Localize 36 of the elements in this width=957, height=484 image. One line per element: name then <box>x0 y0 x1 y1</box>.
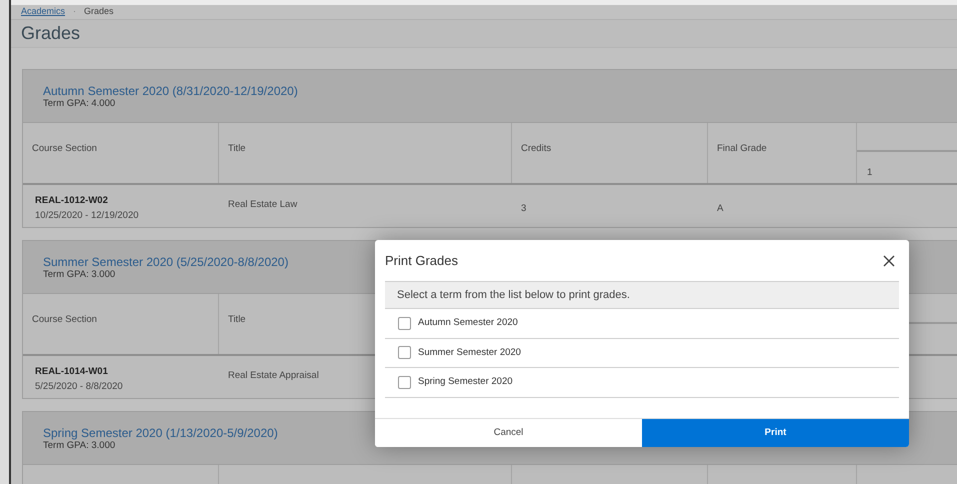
print-button[interactable]: Print <box>642 419 909 447</box>
term-title[interactable]: Autumn Semester 2020 (8/31/2020-12/19/2020) <box>43 84 298 98</box>
term-option-label: Summer Semester 2020 <box>418 346 521 360</box>
column-header: Title <box>228 142 246 154</box>
dialog-title: Print Grades <box>385 252 458 270</box>
term-title[interactable]: Summer Semester 2020 (5/25/2020-8/8/2020) <box>43 254 288 268</box>
dialog-instruction: Select a term from the list below to print grades. <box>397 288 630 303</box>
column-header: Course Section <box>32 142 97 154</box>
course-dates: 5/25/2020 - 8/8/2020 <box>35 380 123 392</box>
term-checkbox[interactable] <box>398 346 411 360</box>
course-grade: A <box>717 202 724 214</box>
breadcrumb-link[interactable]: Academics <box>21 5 66 18</box>
breadcrumb-current: Grades <box>84 5 114 18</box>
column-header: Course Section <box>32 314 97 324</box>
column-header: Final Grade <box>717 142 767 154</box>
cancel-button[interactable]: Cancel <box>375 419 642 447</box>
term-title[interactable]: Spring Semester 2020 (1/13/2020-5/9/2020) <box>43 426 278 440</box>
column-header: Title <box>228 314 246 324</box>
course-dates: 10/25/2020 - 12/19/2020 <box>35 210 139 220</box>
term-gpa: Term GPA: 4.000 <box>43 98 116 108</box>
term-gpa: Term GPA: 3.000 <box>43 440 116 450</box>
course-title: Real Estate Appraisal <box>228 370 319 380</box>
column-subheader: 1 <box>867 166 872 178</box>
close-icon[interactable] <box>883 254 895 266</box>
breadcrumb-separator: · <box>73 5 76 18</box>
term-checkbox[interactable] <box>398 376 411 389</box>
term-option-label: Spring Semester 2020 <box>418 375 513 390</box>
course-credits: 3 <box>521 202 526 214</box>
course-title: Real Estate Law <box>228 198 298 210</box>
column-header: Credits <box>521 142 552 154</box>
term-option-label: Autumn Semester 2020 <box>418 316 518 330</box>
course-section: REAL-1014-W01 <box>35 366 108 376</box>
course-section: REAL-1012-W02 <box>35 194 108 206</box>
term-gpa: Term GPA: 3.000 <box>43 268 116 280</box>
page-title: Grades <box>21 22 80 44</box>
term-checkbox[interactable] <box>398 316 411 330</box>
